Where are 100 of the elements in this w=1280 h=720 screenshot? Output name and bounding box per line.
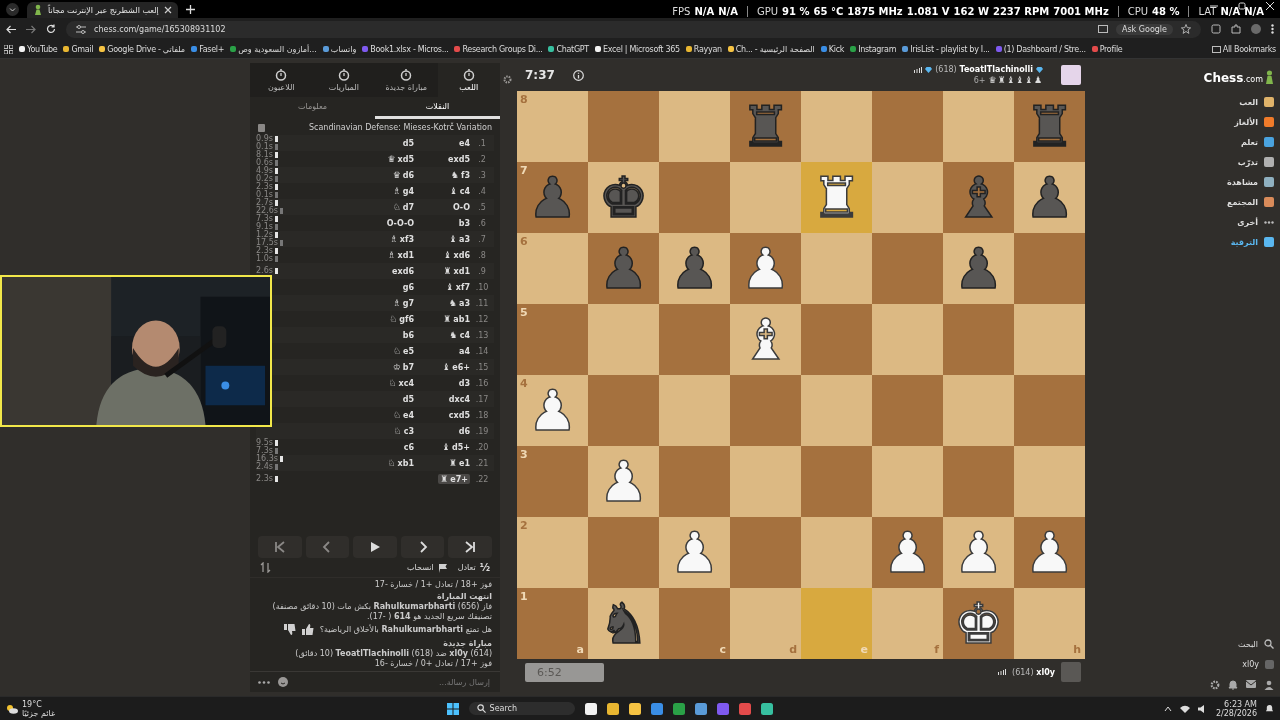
chess-piece[interactable]: ♟ [1024, 524, 1075, 581]
bookmark[interactable]: Kick [820, 44, 845, 54]
move[interactable]: exd6 [358, 266, 414, 276]
move[interactable]: b3 [414, 218, 470, 228]
app-icon[interactable] [606, 702, 619, 715]
chess-logo[interactable]: Chess.com [1188, 67, 1274, 86]
move[interactable]: d7 ♘ [358, 202, 414, 212]
message-field[interactable]: إرسال رسالة... [296, 676, 492, 688]
panel-tab[interactable]: المباريات [312, 63, 375, 97]
move[interactable]: d5 [358, 138, 414, 148]
app-icon[interactable] [694, 702, 707, 715]
move[interactable]: e1 ♜ [414, 458, 470, 468]
move[interactable]: O-O-O [358, 218, 414, 228]
emoji-icon[interactable] [278, 677, 288, 687]
move[interactable]: gf6 ♘ [358, 314, 414, 324]
cast-icon[interactable] [1097, 24, 1108, 34]
chess-piece[interactable]: ♟ [953, 240, 1004, 297]
panel-tab[interactable]: مباراة جديدة [375, 63, 438, 97]
move[interactable]: xc4 ♘ [358, 378, 414, 388]
thumbs-down-icon[interactable] [283, 624, 296, 635]
start-icon[interactable] [446, 702, 459, 715]
play-button[interactable] [353, 536, 397, 558]
nav-item[interactable]: مشاهدة [1188, 174, 1274, 190]
save-icon[interactable] [1211, 24, 1221, 34]
resign-button[interactable]: انسحاب [407, 562, 448, 573]
nav-item[interactable]: المجتمع [1188, 194, 1274, 210]
first-move-button[interactable] [258, 536, 302, 558]
settings-icon[interactable] [503, 75, 512, 84]
board-square[interactable]: ♟ [943, 233, 1014, 304]
nav-item[interactable]: الألغاز [1188, 114, 1274, 130]
app-icon[interactable] [584, 702, 597, 715]
back-icon[interactable] [6, 24, 16, 34]
reload-icon[interactable] [46, 24, 56, 34]
bookmark[interactable]: واتساب [322, 44, 357, 54]
move[interactable]: c6 [358, 442, 414, 452]
close-icon[interactable] [1266, 2, 1274, 10]
settings-icon[interactable] [1210, 680, 1220, 690]
move[interactable]: +e7 ♜ [438, 474, 470, 484]
move[interactable]: xd1 ♗ [358, 250, 414, 260]
bookmark[interactable]: Profile [1091, 44, 1123, 54]
more-icon[interactable] [258, 680, 270, 684]
move[interactable]: ab1 ♜ [414, 314, 470, 324]
board-square[interactable]: ♟ [659, 233, 730, 304]
bookmark[interactable]: Research Groups Di... [454, 44, 543, 54]
move[interactable]: d6 ♛ [358, 170, 414, 180]
board-square[interactable]: ♞ [588, 588, 659, 659]
panel-tab[interactable]: اللعب [437, 63, 500, 97]
all-bookmarks-button[interactable]: All Bookmarks [1211, 44, 1276, 54]
bell-icon[interactable] [1228, 680, 1238, 690]
wifi-icon[interactable] [1179, 704, 1190, 713]
extensions-icon[interactable] [1231, 24, 1241, 34]
board-square[interactable]: ♟ [730, 233, 801, 304]
tab-list-icon[interactable] [6, 2, 19, 16]
move[interactable]: f3 ♞ [414, 170, 470, 180]
chess-piece[interactable]: ♚ [598, 169, 649, 226]
user-icon[interactable] [1264, 680, 1274, 690]
chess-piece[interactable]: ♞ [598, 595, 649, 652]
move[interactable]: d6 [414, 426, 470, 436]
move[interactable]: exd5 [414, 154, 470, 164]
move[interactable]: +d5 ♝ [414, 442, 470, 452]
chess-piece[interactable]: ♟ [1024, 169, 1075, 226]
move[interactable]: xd6 ♝ [414, 250, 470, 260]
panel-tab[interactable]: اللاعبون [250, 63, 313, 97]
board-square[interactable]: ♟ [1014, 162, 1085, 233]
address-bar[interactable]: chess.com/game/165308931102 Ask Google [66, 20, 1201, 38]
board-square[interactable]: ♟ [1014, 517, 1085, 588]
move[interactable]: a4 [414, 346, 470, 356]
move[interactable]: g6 [358, 282, 414, 292]
bookmark[interactable]: Book1.xlsx - Micros... [362, 44, 449, 54]
move[interactable]: e4 ♘ [358, 410, 414, 420]
move[interactable]: b6 [358, 330, 414, 340]
move[interactable]: g4 ♗ [358, 186, 414, 196]
move[interactable]: cxd5 [414, 410, 470, 420]
close-icon[interactable] [163, 6, 172, 14]
mail-icon[interactable] [1246, 680, 1256, 688]
nav-item[interactable]: الترقية [1188, 234, 1274, 250]
taskbar-search[interactable]: Search [468, 702, 575, 715]
move[interactable]: d3 [414, 378, 470, 388]
bookmark[interactable]: أمازون السعودية وص... [230, 44, 317, 54]
move[interactable]: c4 ♝ [414, 186, 470, 196]
move[interactable]: e5 ♘ [358, 346, 414, 356]
profile-link[interactable]: xl0y [1188, 656, 1274, 672]
board-square[interactable]: ♟ [872, 517, 943, 588]
next-move-button[interactable] [400, 536, 445, 558]
chess-piece[interactable]: ♟ [740, 240, 791, 297]
star-icon[interactable] [1181, 24, 1191, 34]
bookmark[interactable]: IrisList - playlist by I... [902, 44, 990, 54]
browser-tab[interactable]: إلعب الشطرنج عبر الإنترنت مجاناً [27, 2, 178, 18]
chevron-icon[interactable] [1163, 705, 1172, 712]
bookmark[interactable]: Fasel+ [191, 44, 225, 54]
bookmark[interactable]: Gmail [63, 44, 94, 54]
bookmark[interactable]: YouTube [19, 44, 58, 54]
board-square[interactable]: ♚ [588, 162, 659, 233]
info-icon[interactable] [572, 69, 584, 81]
notification-icon[interactable] [1265, 704, 1274, 713]
new-tab-icon[interactable] [185, 4, 195, 14]
bookmark[interactable]: ChatGPT [548, 44, 589, 54]
sub-tab[interactable]: النقلات [375, 97, 500, 119]
sub-tab[interactable]: معلومات [250, 97, 375, 119]
site-settings-icon[interactable] [76, 24, 86, 34]
